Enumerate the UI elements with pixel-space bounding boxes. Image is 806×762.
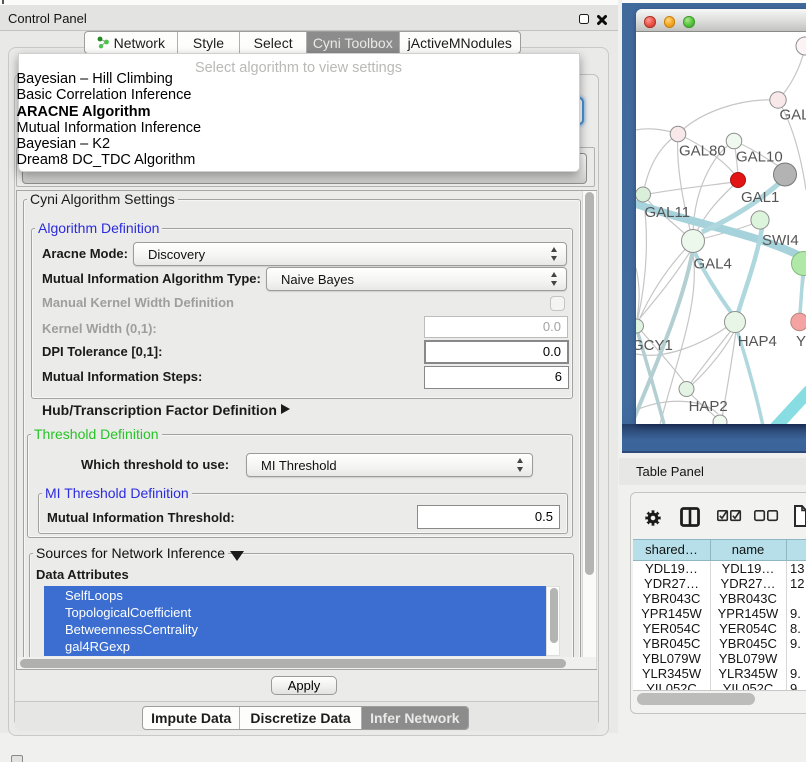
svg-text:HAP2: HAP2 [689,398,728,415]
svg-text:GAL80: GAL80 [679,142,726,159]
svg-text:GAL1: GAL1 [741,189,779,206]
svg-text:GAL11: GAL11 [645,204,691,221]
svg-text:HAP4: HAP4 [738,333,777,350]
svg-text:YM: YM [796,333,806,350]
svg-text:SWI4: SWI4 [762,232,799,249]
svg-text:GAL4: GAL4 [694,256,732,273]
svg-text:GCY1: GCY1 [636,337,673,354]
svg-text:GAL7: GAL7 [780,107,806,124]
svg-text:GAL10: GAL10 [736,148,783,165]
